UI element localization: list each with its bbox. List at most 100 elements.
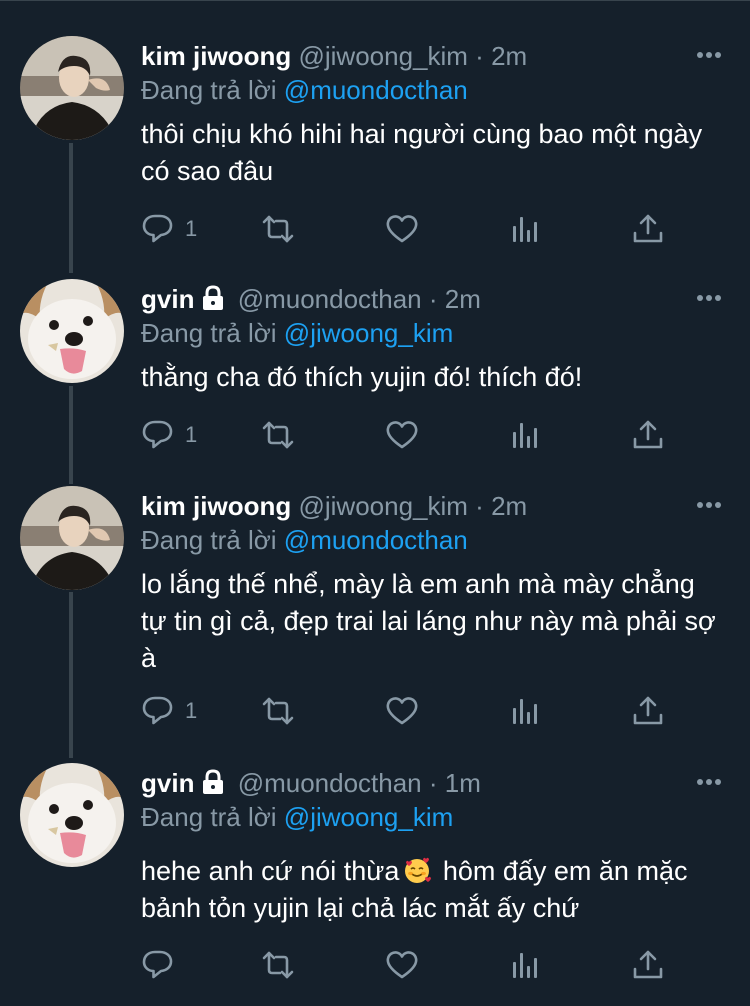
tweet[interactable]: gvin @muondocthan · 2m Đang trả lời @jiw… [0,279,750,469]
tweet-actions: 1 [141,212,701,246]
tweet-text: thằng cha đó thích yujin đó! thích đó! [141,362,583,392]
analytics-icon [513,423,537,448]
separator-dot: · [475,491,484,521]
tweet-actions [141,948,701,982]
avatar[interactable] [20,36,124,140]
tweet-text: hehe anh cứ nói thừa hôm đấy em ăn mặc b… [141,853,716,927]
analytics-button[interactable] [509,948,543,982]
separator-dot: · [428,768,438,798]
reply-count: 1 [185,216,198,241]
heart-icon [386,697,418,725]
tweet[interactable]: kim jiwoong @jiwoong_kim · 2m Đang trả l… [0,36,750,256]
retweet-button[interactable] [261,212,295,246]
dog-photo-avatar [20,763,124,867]
reply-button[interactable] [141,948,175,982]
display-name[interactable]: kim jiwoong [141,41,291,71]
heart-icon [386,951,418,979]
tweet-actions: 1 [141,694,701,728]
like-button[interactable] [385,694,419,728]
heart-icon [386,215,418,243]
mention-link[interactable]: @jiwoong_kim [284,802,453,832]
tweet-text: thôi chịu khó hihi hai người cùng bao mộ… [141,119,703,186]
mention-link[interactable]: @muondocthan [284,75,468,105]
like-button[interactable] [385,418,419,452]
analytics-button[interactable] [509,694,543,728]
analytics-button[interactable] [509,418,543,452]
share-icon [633,214,663,243]
display-name[interactable]: gvin [141,284,194,314]
reply-count: 1 [185,698,198,723]
analytics-icon [513,217,537,242]
display-name[interactable]: gvin [141,768,194,798]
tweet[interactable]: kim jiwoong @jiwoong_kim · 2m Đang trả l… [0,486,750,736]
analytics-icon [513,699,537,724]
reply-icon [142,214,173,243]
share-icon [633,420,663,449]
timestamp[interactable]: 2m [445,284,481,314]
more-icon[interactable] [696,289,722,307]
tweet-text: lo lắng thế nhể, mày là em anh mà mày ch… [141,569,716,673]
person-photo-avatar [20,36,124,140]
reply-icon [142,696,173,725]
like-button[interactable] [385,948,419,982]
person-photo-avatar [20,486,124,590]
timestamp[interactable]: 1m [445,768,481,798]
share-button[interactable] [631,948,665,982]
user-handle[interactable]: @jiwoong_kim [298,491,467,521]
avatar[interactable] [20,279,124,383]
share-button[interactable] [631,212,665,246]
dog-photo-avatar [20,279,124,383]
reply-button[interactable]: 1 [141,212,197,246]
user-handle[interactable]: @muondocthan [238,768,422,798]
replying-to: Đang trả lời @jiwoong_kim [141,317,453,349]
replying-to: Đang trả lời @muondocthan [141,74,468,106]
tweet-header: gvin @muondocthan · 1m [141,767,481,802]
user-handle[interactable]: @jiwoong_kim [298,41,467,71]
retweet-icon [262,951,294,979]
mention-link[interactable]: @jiwoong_kim [284,318,453,348]
reply-icon [142,950,173,979]
more-icon[interactable] [696,773,722,791]
share-button[interactable] [631,418,665,452]
user-handle[interactable]: @muondocthan [238,284,422,314]
analytics-button[interactable] [509,212,543,246]
separator-dot: · [475,41,484,71]
replying-to: Đang trả lời @muondocthan [141,524,468,556]
top-divider [0,0,750,1]
more-icon[interactable] [696,46,722,64]
avatar[interactable] [20,763,124,867]
retweet-button[interactable] [261,694,295,728]
tweet[interactable]: gvin @muondocthan · 1m Đang trả lời @jiw… [0,763,750,993]
mention-link[interactable]: @muondocthan [284,525,468,555]
analytics-icon [513,953,537,978]
reply-count: 1 [185,422,198,447]
retweet-button[interactable] [261,418,295,452]
retweet-icon [262,697,294,725]
timestamp[interactable]: 2m [491,41,527,71]
reply-icon [142,420,173,449]
display-name[interactable]: kim jiwoong [141,491,291,521]
replying-to-label: Đang trả lời [141,802,277,832]
share-icon [633,696,663,725]
timestamp[interactable]: 2m [491,491,527,521]
tweet-header: kim jiwoong @jiwoong_kim · 2m [141,490,527,522]
more-icon[interactable] [696,496,722,514]
tweet-actions: 1 [141,418,701,452]
retweet-icon [262,421,294,449]
tweet-text-part: hehe anh cứ nói thừa [141,856,400,886]
replying-to: Đang trả lời @jiwoong_kim [141,801,453,833]
like-button[interactable] [385,212,419,246]
share-button[interactable] [631,694,665,728]
tweet-header: kim jiwoong @jiwoong_kim · 2m [141,40,527,72]
replying-to-label: Đang trả lời [141,75,277,105]
lock-icon [200,285,226,318]
retweet-button[interactable] [261,948,295,982]
separator-dot: · [428,284,438,314]
avatar[interactable] [20,486,124,590]
tweet-header: gvin @muondocthan · 2m [141,283,481,318]
reply-button[interactable]: 1 [141,418,197,452]
lock-icon [200,769,226,802]
heart-icon [386,421,418,449]
reply-button[interactable]: 1 [141,694,197,728]
share-icon [633,950,663,979]
